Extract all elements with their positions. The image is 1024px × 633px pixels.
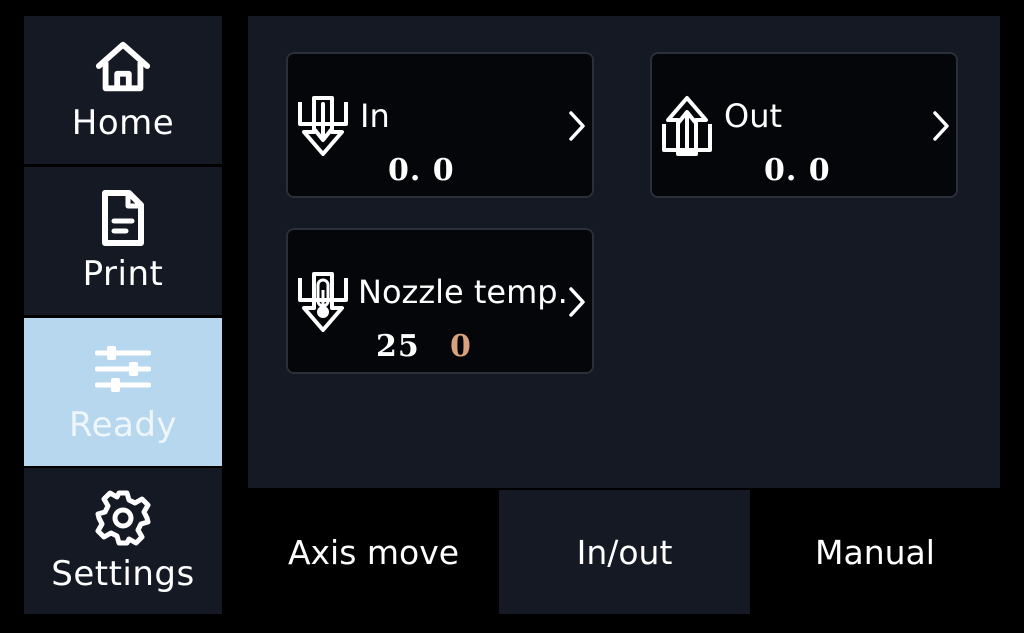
sidebar-item-label: Ready — [68, 405, 178, 445]
retract-out-icon — [660, 94, 714, 160]
sidebar-item-label: Settings — [51, 554, 195, 594]
file-icon — [93, 188, 153, 248]
sidebar-item-home[interactable]: Home — [24, 16, 222, 164]
sidebar-item-label: Print — [82, 254, 164, 294]
chevron-right-icon — [568, 110, 586, 142]
nozzle-thermometer-icon — [296, 270, 350, 336]
sidebar: Home Print Ready Settings — [24, 16, 224, 614]
sidebar-item-print[interactable]: Print — [24, 167, 222, 315]
extrude-in-icon — [296, 94, 350, 160]
sidebar-item-settings[interactable]: Settings — [24, 468, 222, 614]
retract-out-value: 0. 0 — [764, 153, 831, 188]
nozzle-temp-label: Nozzle temp. — [358, 273, 568, 311]
bottom-tab-bar: Axis move In/out Manual — [248, 490, 1000, 614]
extrude-in-label: In — [360, 97, 390, 135]
tab-in-out[interactable]: In/out — [499, 490, 750, 614]
home-icon — [93, 37, 153, 97]
chevron-right-icon — [568, 286, 586, 318]
sidebar-item-label: Home — [71, 103, 175, 143]
nozzle-temp-card[interactable]: Nozzle temp. 25 0 — [286, 228, 594, 374]
main-panel: In 0. 0 Out 0. 0 Nozzle temp. 25 0 — [248, 16, 1000, 488]
retract-out-label: Out — [724, 97, 783, 135]
tab-manual[interactable]: Manual — [750, 490, 1000, 614]
nozzle-target-temp: 0 — [450, 329, 472, 364]
chevron-right-icon — [932, 110, 950, 142]
sidebar-item-ready[interactable]: Ready — [24, 318, 222, 466]
sliders-icon — [93, 339, 153, 399]
gear-icon — [93, 488, 153, 548]
nozzle-current-temp: 25 — [376, 329, 420, 364]
tab-axis-move[interactable]: Axis move — [248, 490, 499, 614]
retract-out-card[interactable]: Out 0. 0 — [650, 52, 958, 198]
extrude-in-card[interactable]: In 0. 0 — [286, 52, 594, 198]
extrude-in-value: 0. 0 — [388, 153, 455, 188]
